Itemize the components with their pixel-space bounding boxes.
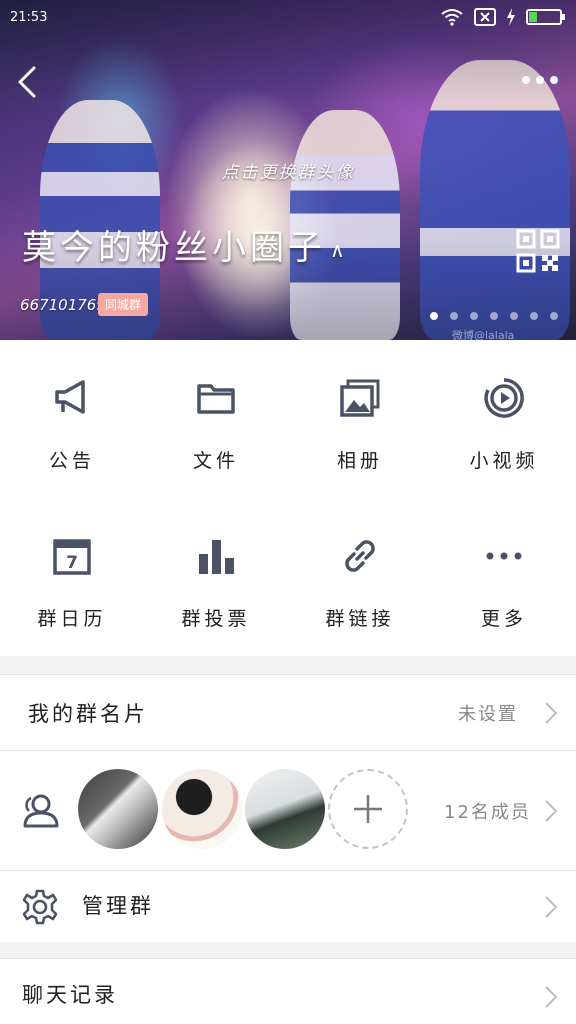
page-dot <box>510 312 518 320</box>
link-icon <box>345 540 375 572</box>
battery-level <box>529 12 537 22</box>
no-sim-icon <box>474 8 496 26</box>
group-id: 667101769 <box>20 296 106 314</box>
more-dots-icon <box>486 552 522 560</box>
members-row[interactable]: 12名成员 <box>0 750 576 870</box>
add-member-button[interactable] <box>328 769 408 849</box>
member-count: 12名成员 <box>444 802 531 823</box>
feature-grid: 公告 文件 相册 小视频 7 群日历 群投票 群链接 更多 <box>0 340 576 656</box>
gear-icon <box>22 889 58 925</box>
group-header-banner[interactable]: 21:53 点击更换群头像 莫今的粉丝小圈子 ∧ 667101769 同城群 微… <box>0 0 576 340</box>
wifi-icon <box>441 9 463 26</box>
feature-label: 群投票 <box>181 608 251 630</box>
feature-group-link[interactable]: 群链接 <box>288 498 432 656</box>
charging-icon <box>507 8 515 26</box>
feature-calendar[interactable]: 7 群日历 <box>0 498 144 656</box>
row-title: 我的群名片 <box>28 702 148 726</box>
feature-short-video[interactable]: 小视频 <box>432 340 576 498</box>
feature-label: 群日历 <box>37 608 107 630</box>
row-value: 未设置 <box>458 704 518 725</box>
video-icon <box>484 378 524 418</box>
member-avatar[interactable] <box>162 769 242 849</box>
feature-more[interactable]: 更多 <box>432 498 576 656</box>
feature-album[interactable]: 相册 <box>288 340 432 498</box>
megaphone-icon <box>55 380 85 414</box>
page-dot <box>450 312 458 320</box>
manage-group-row[interactable]: 管理群 <box>0 870 576 942</box>
status-icons <box>440 8 565 26</box>
photo-watermark: 微博@lalala <box>452 329 515 340</box>
poll-icon <box>199 540 234 574</box>
back-button[interactable] <box>10 62 46 102</box>
feature-files[interactable]: 文件 <box>144 340 288 498</box>
chevron-right-icon <box>545 800 558 822</box>
member-avatar[interactable] <box>78 769 158 849</box>
calendar-icon: 7 <box>53 539 91 575</box>
chevron-right-icon <box>545 986 558 1008</box>
my-group-card-row[interactable]: 我的群名片 未设置 <box>0 674 576 750</box>
page-dot <box>430 312 438 320</box>
chevron-right-icon <box>545 896 558 918</box>
change-avatar-hint[interactable]: 点击更换群头像 <box>0 158 576 183</box>
members-icon <box>23 794 59 828</box>
page-dot <box>550 312 558 320</box>
feature-label: 群链接 <box>325 608 395 630</box>
feature-label: 公告 <box>48 450 95 472</box>
chevron-right-icon <box>545 702 558 724</box>
chat-history-row[interactable]: 聊天记录 <box>0 958 576 1024</box>
group-type-badge: 同城群 <box>98 293 149 316</box>
caret-up-icon: ∧ <box>330 238 349 262</box>
group-name[interactable]: 莫今的粉丝小圈子 ∧ <box>22 220 349 269</box>
calendar-day: 7 <box>66 553 78 573</box>
page-dot <box>530 312 538 320</box>
feature-label: 小视频 <box>469 450 539 472</box>
row-title: 管理群 <box>82 894 154 918</box>
album-icon <box>340 379 380 417</box>
feature-label: 相册 <box>336 450 383 472</box>
banner-page-indicator <box>430 312 558 320</box>
feature-label: 更多 <box>480 608 527 630</box>
row-title: 聊天记录 <box>22 983 118 1007</box>
page-dot <box>470 312 478 320</box>
feature-label: 文件 <box>192 450 239 472</box>
feature-poll[interactable]: 群投票 <box>144 498 288 656</box>
page-dot <box>490 312 498 320</box>
feature-announcement[interactable]: 公告 <box>0 340 144 498</box>
status-time: 21:53 <box>10 10 48 25</box>
plus-icon <box>354 795 382 823</box>
more-options-button[interactable] <box>518 68 562 92</box>
group-name-text: 莫今的粉丝小圈子 <box>22 228 326 268</box>
battery-icon <box>526 9 565 25</box>
qr-code-button[interactable] <box>516 229 560 273</box>
member-avatar[interactable] <box>245 769 325 849</box>
folder-icon <box>197 384 235 414</box>
